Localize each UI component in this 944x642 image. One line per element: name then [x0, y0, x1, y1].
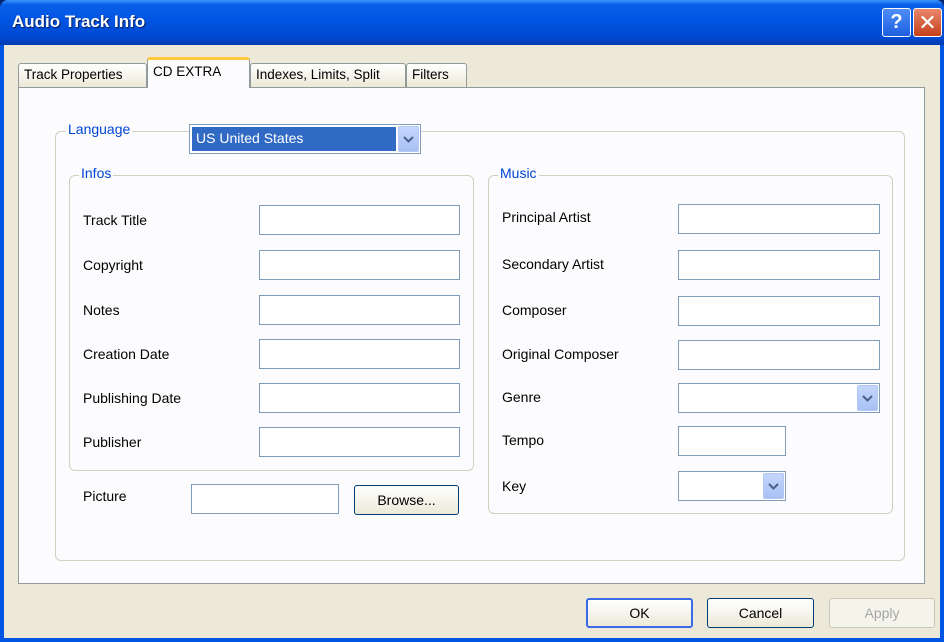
browse-button[interactable]: Browse... [354, 485, 459, 515]
picture-field[interactable] [191, 484, 339, 514]
cancel-button[interactable]: Cancel [707, 598, 814, 628]
infos-legend: Infos [79, 165, 114, 181]
language-select[interactable]: US United States [189, 124, 421, 154]
publisher-field[interactable] [259, 427, 460, 457]
tab-cd-extra[interactable]: CD EXTRA [147, 57, 250, 88]
principal-artist-label: Principal Artist [502, 209, 591, 225]
window-title: Audio Track Info [12, 12, 146, 31]
key-label: Key [502, 478, 527, 494]
audio-track-info-window: Audio Track Info ? ✕ Track Properties CD… [0, 0, 944, 642]
copyright-field[interactable] [259, 250, 460, 280]
chevron-down-icon[interactable] [857, 385, 878, 411]
music-legend: Music [498, 165, 539, 181]
language-selected-value: US United States [192, 127, 396, 151]
secondary-artist-label: Secondary Artist [502, 256, 604, 272]
principal-artist-field[interactable] [678, 204, 880, 234]
chevron-down-icon[interactable] [398, 126, 419, 152]
composer-field[interactable] [678, 296, 880, 326]
publishing-date-field[interactable] [259, 383, 460, 413]
original-composer-field[interactable] [678, 340, 880, 370]
genre-select[interactable] [678, 383, 880, 413]
composer-label: Composer [502, 302, 567, 318]
dialog-client-area: Track Properties CD EXTRA Indexes, Limit… [4, 45, 940, 638]
track-title-field[interactable] [259, 205, 460, 235]
track-title-label: Track Title [83, 212, 148, 228]
tempo-label: Tempo [502, 432, 545, 448]
creation-date-field[interactable] [259, 339, 460, 369]
language-label: Language [66, 121, 133, 137]
title-bar[interactable]: Audio Track Info ? ✕ [0, 0, 944, 45]
picture-label: Picture [83, 488, 127, 504]
original-composer-label: Original Composer [502, 346, 619, 362]
genre-selected-value [681, 386, 855, 410]
tab-indexes-limits-split[interactable]: Indexes, Limits, Split [250, 63, 406, 87]
ok-button[interactable]: OK [586, 598, 693, 628]
creation-date-label: Creation Date [83, 346, 170, 362]
apply-button[interactable]: Apply [829, 598, 935, 628]
key-selected-value [681, 474, 761, 498]
notes-field[interactable] [259, 295, 460, 325]
copyright-label: Copyright [83, 257, 143, 273]
chevron-down-icon[interactable] [763, 473, 784, 499]
tab-track-properties[interactable]: Track Properties [18, 63, 147, 87]
help-button[interactable]: ? [882, 8, 911, 37]
secondary-artist-field[interactable] [678, 250, 880, 280]
tempo-field[interactable] [678, 426, 786, 456]
key-select[interactable] [678, 471, 786, 501]
publishing-date-label: Publishing Date [83, 390, 182, 406]
notes-label: Notes [83, 302, 120, 318]
tab-filters[interactable]: Filters [406, 63, 467, 87]
close-button[interactable]: ✕ [913, 8, 942, 37]
publisher-label: Publisher [83, 434, 142, 450]
genre-label: Genre [502, 389, 541, 405]
cd-extra-panel: Language US United States Infos Track Ti… [18, 87, 925, 584]
